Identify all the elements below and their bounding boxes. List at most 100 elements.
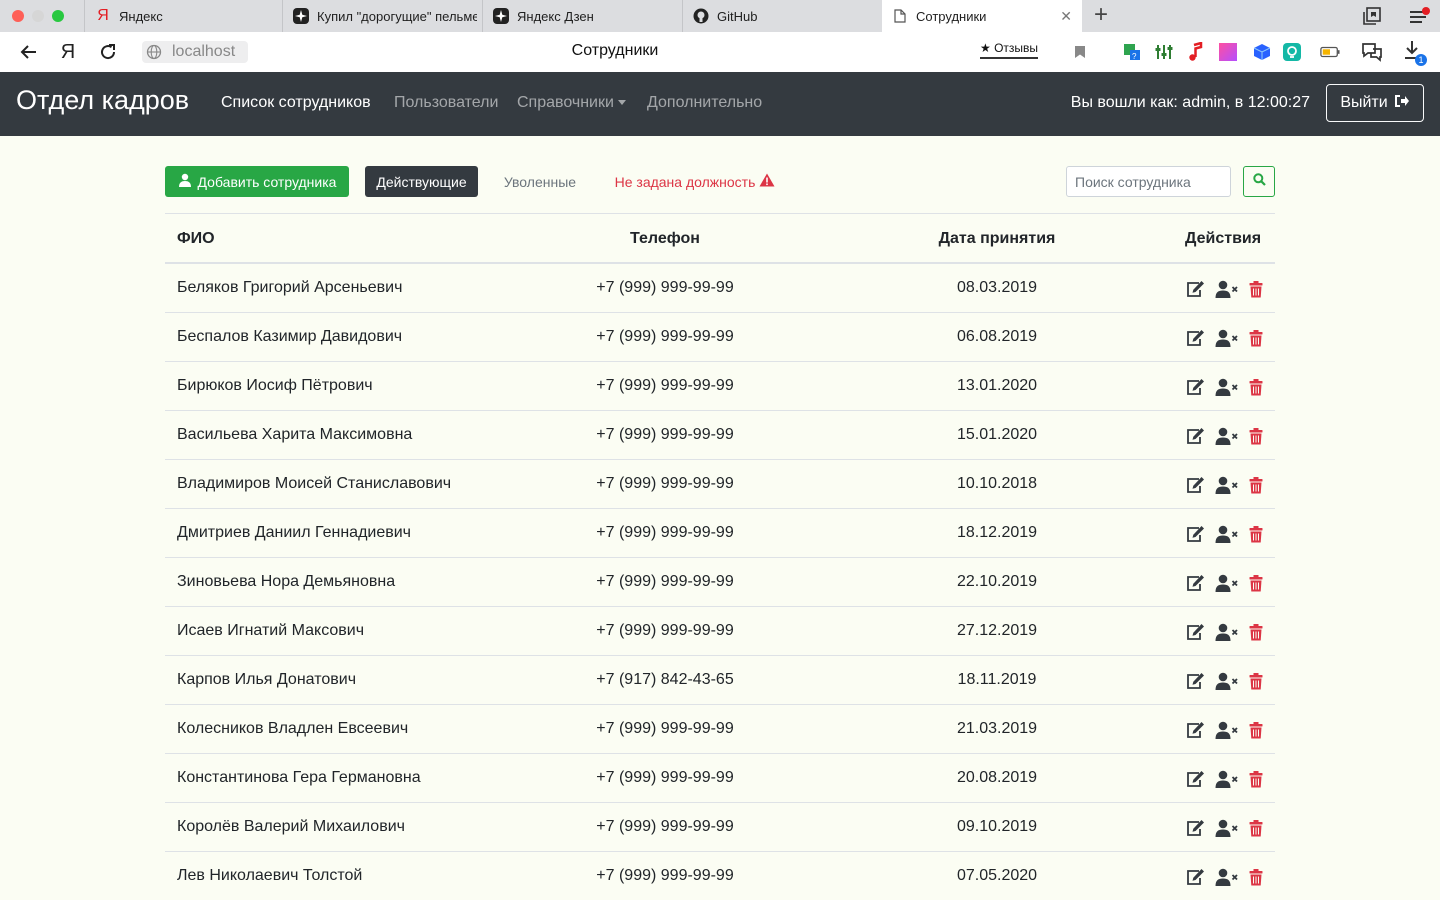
browser-tab-active[interactable]: Сотрудники ✕: [882, 0, 1082, 32]
dismiss-user-icon[interactable]: [1215, 769, 1239, 789]
edit-icon[interactable]: [1185, 426, 1205, 446]
close-icon[interactable]: ✕: [1060, 8, 1072, 25]
new-tab-button[interactable]: +: [1094, 3, 1108, 27]
edit-icon[interactable]: [1185, 475, 1205, 495]
window-close-button[interactable]: [12, 10, 24, 22]
dismiss-user-icon[interactable]: [1215, 573, 1239, 593]
browser-tab[interactable]: Яндекс Дзен: [482, 0, 682, 32]
trash-icon[interactable]: [1246, 328, 1266, 348]
employee-name[interactable]: Бирюков Иосиф Пётрович: [177, 377, 373, 395]
dismiss-user-icon[interactable]: [1215, 279, 1239, 299]
employee-name[interactable]: Беляков Григорий Арсеньевич: [177, 279, 402, 297]
nav-link-users[interactable]: Пользователи: [394, 94, 498, 112]
employee-name[interactable]: Карпов Илья Донатович: [177, 671, 356, 689]
employee-name[interactable]: Королёв Валерий Михаилович: [177, 818, 405, 836]
column-header-phone[interactable]: Телефон: [515, 230, 815, 248]
menu-icon[interactable]: [1408, 6, 1432, 31]
bookmark-icon[interactable]: [1070, 42, 1090, 62]
trash-icon[interactable]: [1246, 573, 1266, 593]
trash-icon[interactable]: [1246, 720, 1266, 740]
music-extension-icon[interactable]: [1186, 42, 1206, 62]
edit-icon[interactable]: [1185, 769, 1205, 789]
address-bar[interactable]: localhost: [142, 41, 248, 63]
trash-icon[interactable]: [1246, 475, 1266, 495]
dismiss-user-icon[interactable]: [1215, 475, 1239, 495]
dismiss-user-icon[interactable]: [1215, 622, 1239, 642]
employee-name[interactable]: Васильева Харита Максимовна: [177, 426, 412, 444]
trash-icon[interactable]: [1246, 867, 1266, 887]
yandex-home-icon[interactable]: Я: [56, 40, 80, 64]
edit-icon[interactable]: [1185, 573, 1205, 593]
window-minimize-button[interactable]: [32, 10, 44, 22]
employee-name[interactable]: Колесников Владлен Евсеевич: [177, 720, 408, 738]
battery-extension-icon[interactable]: [1320, 42, 1340, 62]
gradient-extension-icon[interactable]: [1218, 42, 1238, 62]
translate-extension-icon[interactable]: ?: [1122, 42, 1142, 62]
dismiss-user-icon[interactable]: [1215, 818, 1239, 838]
search-input[interactable]: [1066, 166, 1231, 197]
column-header-name[interactable]: ФИО: [177, 230, 215, 248]
trash-icon[interactable]: [1246, 377, 1266, 397]
employee-name[interactable]: Лев Николаевич Толстой: [177, 867, 362, 885]
equalizer-extension-icon[interactable]: [1154, 42, 1174, 62]
table-row: Бирюков Иосиф Пётрович +7 (999) 999-99-9…: [165, 362, 1275, 411]
browser-tab[interactable]: Я Яндекс: [84, 0, 282, 32]
filter-fired-button[interactable]: Уволенные: [487, 166, 593, 197]
reload-icon[interactable]: [96, 40, 120, 64]
trash-icon[interactable]: [1246, 279, 1266, 299]
dismiss-user-icon[interactable]: [1215, 867, 1239, 887]
reviews-button[interactable]: ★ Отзывы: [980, 41, 1039, 59]
dismiss-user-icon[interactable]: [1215, 426, 1239, 446]
employee-name[interactable]: Дмитриев Даниил Геннадиевич: [177, 524, 411, 542]
edit-icon[interactable]: [1185, 524, 1205, 544]
edit-icon[interactable]: [1185, 377, 1205, 397]
browser-tab[interactable]: Купил "дорогущие" пельмени: [282, 0, 482, 32]
trash-icon[interactable]: [1246, 524, 1266, 544]
trash-icon[interactable]: [1246, 769, 1266, 789]
dismiss-user-icon[interactable]: [1215, 524, 1239, 544]
filter-active-button[interactable]: Действующие: [365, 166, 478, 197]
edit-icon[interactable]: [1185, 818, 1205, 838]
filter-no-position-button[interactable]: Не задана должность: [605, 166, 785, 197]
browser-tab[interactable]: GitHub: [682, 0, 882, 32]
employee-name[interactable]: Константинова Гера Германовна: [177, 769, 421, 787]
edit-icon[interactable]: [1185, 671, 1205, 691]
edit-icon[interactable]: [1185, 328, 1205, 348]
bulb-extension-icon[interactable]: [1282, 42, 1302, 62]
trash-icon[interactable]: [1246, 818, 1266, 838]
trash-icon[interactable]: [1246, 426, 1266, 446]
chat-extension-icon[interactable]: [1360, 42, 1384, 62]
nav-link-employees[interactable]: Список сотрудников: [221, 94, 371, 112]
search-button[interactable]: [1243, 166, 1275, 197]
edit-icon[interactable]: [1185, 720, 1205, 740]
employee-name[interactable]: Владимиров Моисей Станиславович: [177, 475, 451, 493]
edit-icon[interactable]: [1185, 622, 1205, 642]
table-row: Беляков Григорий Арсеньевич +7 (999) 999…: [165, 264, 1275, 313]
nav-link-directories[interactable]: Справочники: [517, 94, 626, 112]
cube-extension-icon[interactable]: [1252, 42, 1272, 62]
zen-icon: [293, 8, 309, 24]
employee-phone: +7 (999) 999-99-99: [596, 867, 734, 884]
add-employee-button[interactable]: Добавить сотрудника: [165, 166, 349, 197]
employee-name[interactable]: Исаев Игнатий Максович: [177, 622, 364, 640]
nav-link-extra[interactable]: Дополнительно: [647, 94, 762, 112]
collections-icon[interactable]: [1362, 6, 1384, 31]
back-arrow-icon[interactable]: [16, 40, 40, 64]
column-header-date[interactable]: Дата принятия: [897, 230, 1097, 248]
trash-icon[interactable]: [1246, 671, 1266, 691]
trash-icon[interactable]: [1246, 622, 1266, 642]
dismiss-user-icon[interactable]: [1215, 720, 1239, 740]
dismiss-user-icon[interactable]: [1215, 377, 1239, 397]
logout-button[interactable]: Выйти: [1326, 84, 1424, 122]
download-icon[interactable]: 1: [1402, 40, 1428, 66]
employee-name[interactable]: Зиновьева Нора Демьяновна: [177, 573, 395, 591]
edit-icon[interactable]: [1185, 867, 1205, 887]
dismiss-user-icon[interactable]: [1215, 328, 1239, 348]
window-zoom-button[interactable]: [52, 10, 64, 22]
employee-hire-date: 07.05.2020: [956, 867, 1038, 884]
app-brand[interactable]: Отдел кадров: [16, 85, 189, 116]
employee-name[interactable]: Беспалов Казимир Давидович: [177, 328, 402, 346]
table-row: Колесников Владлен Евсеевич +7 (999) 999…: [165, 705, 1275, 754]
edit-icon[interactable]: [1185, 279, 1205, 299]
dismiss-user-icon[interactable]: [1215, 671, 1239, 691]
